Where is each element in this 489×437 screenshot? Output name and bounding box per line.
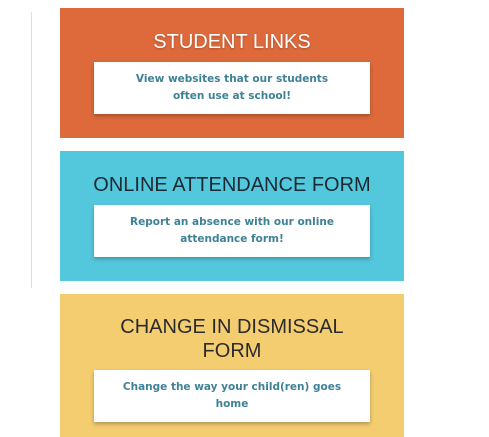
online-attendance-form-button[interactable]: Report an absence with our online attend… xyxy=(94,205,370,257)
student-links-button-label: View websites that our students often us… xyxy=(135,73,329,102)
student-links-title: STUDENT LINKS xyxy=(153,31,311,53)
left-divider xyxy=(31,12,32,288)
student-links-button[interactable]: View websites that our students often us… xyxy=(94,62,370,114)
change-in-dismissal-form-button-label: Change the way your child(ren) goes home xyxy=(122,381,342,410)
change-in-dismissal-form-title: CHANGE IN DISMISSAL FORM xyxy=(120,316,344,362)
change-in-dismissal-form-card: CHANGE IN DISMISSAL FORM Change the way … xyxy=(60,294,404,437)
online-attendance-form-button-label: Report an absence with our online attend… xyxy=(130,216,334,245)
online-attendance-form-title: ONLINE ATTENDANCE FORM xyxy=(93,174,371,196)
page: STUDENT LINKS View websites that our stu… xyxy=(0,0,489,437)
change-in-dismissal-form-button[interactable]: Change the way your child(ren) goes home xyxy=(94,370,370,422)
student-links-card: STUDENT LINKS View websites that our stu… xyxy=(60,8,404,138)
online-attendance-form-card: ONLINE ATTENDANCE FORM Report an absence… xyxy=(60,151,404,281)
